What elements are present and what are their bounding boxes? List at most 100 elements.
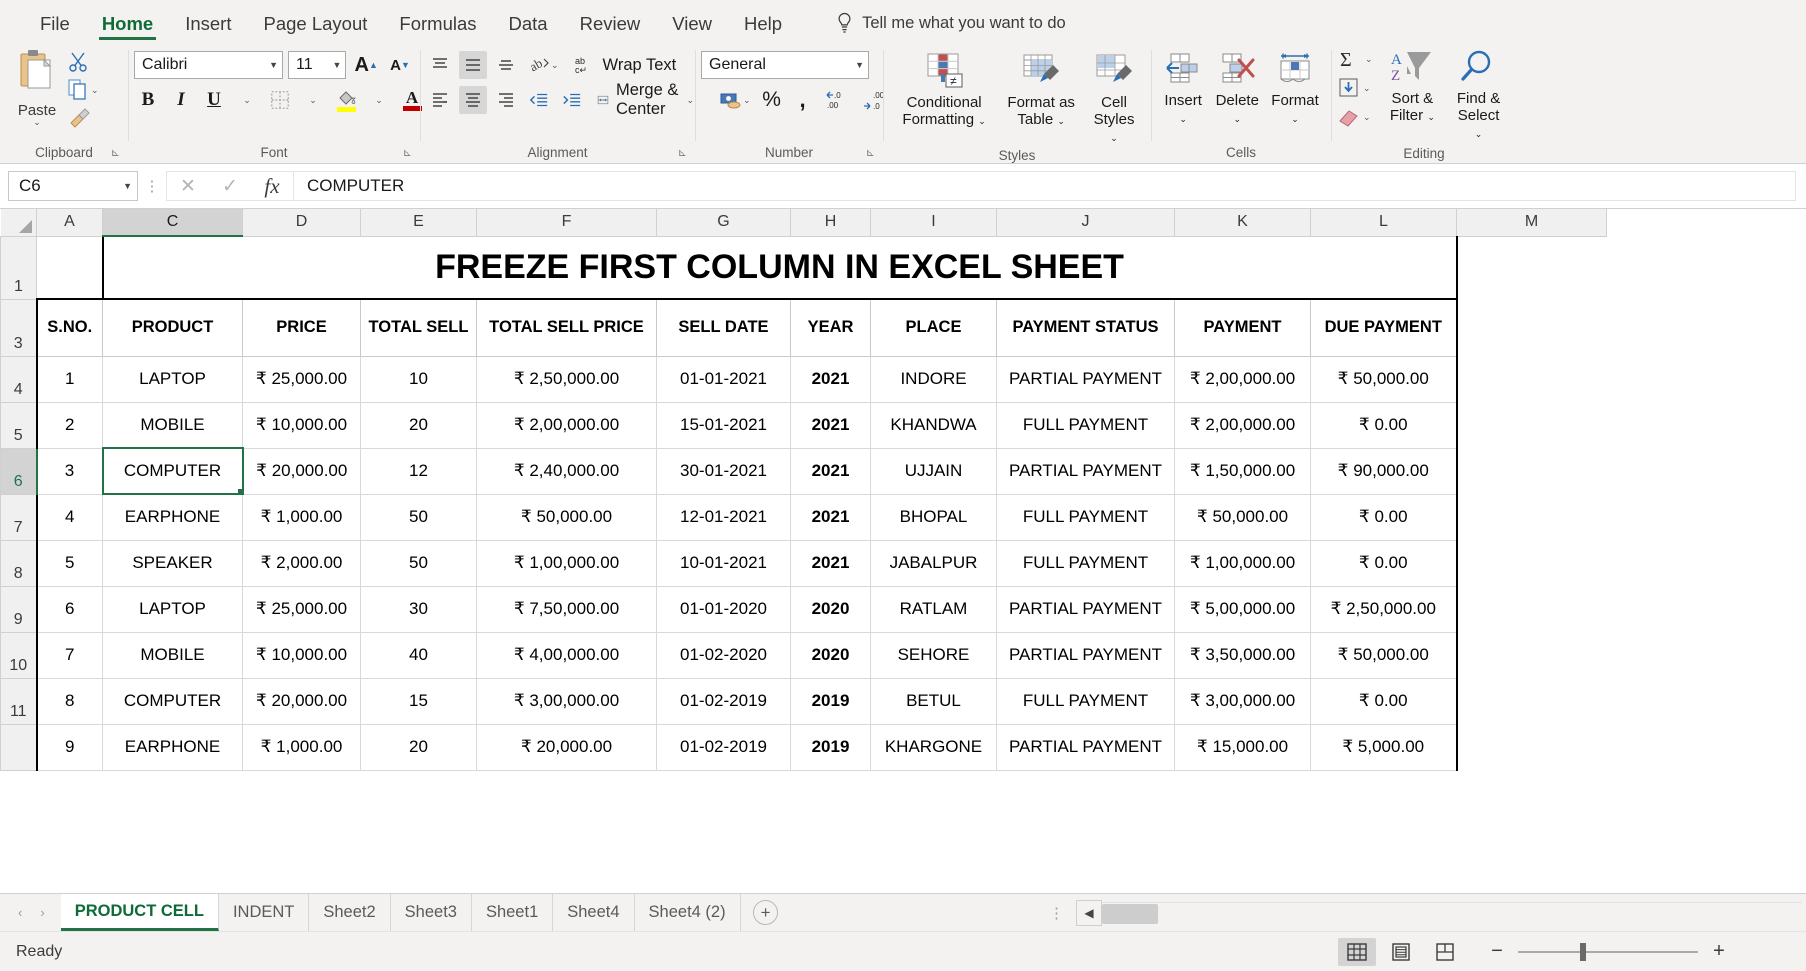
cell-g7[interactable]: 12-01-2021 (656, 493, 791, 541)
cell-k11[interactable]: ₹ 3,00,000.00 (1174, 677, 1311, 725)
cell-g8[interactable]: 10-01-2021 (656, 539, 791, 587)
cell-l7[interactable]: ₹ 0.00 (1310, 493, 1458, 541)
cell-a3[interactable]: S.NO. (35, 298, 103, 357)
row-header-5[interactable]: 5 (0, 401, 37, 449)
find-and-select-button[interactable]: Find & Select ⌄ (1446, 46, 1511, 143)
cell-h4[interactable]: 2021 (790, 355, 871, 403)
ribbon-tab-view[interactable]: View (656, 14, 728, 43)
cell-j3[interactable]: PAYMENT STATUS (996, 298, 1175, 357)
cell-f9[interactable]: ₹ 7,50,000.00 (476, 585, 657, 633)
cell-m10[interactable] (1456, 632, 1607, 678)
cell-h8[interactable]: 2021 (790, 539, 871, 587)
font-size-combo[interactable]: 11 ▼ (288, 51, 347, 79)
cell-m5[interactable] (1456, 402, 1607, 448)
comma-style-button[interactable]: , (789, 86, 817, 114)
cell-d7[interactable]: ₹ 1,000.00 (242, 493, 361, 541)
cell-k5[interactable]: ₹ 2,00,000.00 (1174, 401, 1311, 449)
cancel-edit-icon[interactable]: ✕ (167, 172, 209, 200)
ribbon-tab-page-layout[interactable]: Page Layout (248, 14, 384, 43)
zoom-in-button[interactable]: + (1710, 940, 1728, 963)
cell-l8[interactable]: ₹ 0.00 (1310, 539, 1458, 587)
ribbon-tab-home[interactable]: Home (86, 14, 169, 43)
cell-g12[interactable]: 01-02-2019 (656, 723, 791, 771)
decrease-indent-button[interactable] (525, 86, 553, 114)
ribbon-tab-help[interactable]: Help (728, 14, 798, 43)
align-right-button[interactable] (492, 86, 520, 114)
column-header-j[interactable]: J (996, 209, 1175, 237)
zoom-slider-thumb[interactable] (1580, 942, 1586, 961)
cell-h11[interactable]: 2019 (790, 677, 871, 725)
borders-dropdown[interactable]: ⌄ (299, 86, 327, 114)
cell-h10[interactable]: 2020 (790, 631, 871, 679)
number-dialog-launcher[interactable]: ⊾ (866, 146, 875, 159)
sheet-tab-sheet4[interactable]: Sheet4 (553, 894, 635, 931)
cell-g4[interactable]: 01-01-2021 (656, 355, 791, 403)
cell-a5[interactable]: 2 (35, 401, 103, 449)
cell-k8[interactable]: ₹ 1,00,000.00 (1174, 539, 1311, 587)
font-name-combo[interactable]: Calibri ▼ (134, 51, 284, 79)
cell-g10[interactable]: 01-02-2020 (656, 631, 791, 679)
cell-k3[interactable]: PAYMENT (1174, 298, 1311, 357)
cut-button[interactable] (68, 50, 99, 74)
cell-l12[interactable]: ₹ 5,000.00 (1310, 723, 1458, 771)
conditional-formatting-button[interactable]: ≠ Conditional Formatting ⌄ (889, 50, 999, 130)
number-format-combo[interactable]: General ▼ (701, 51, 869, 79)
sheet-tab-sheet1[interactable]: Sheet1 (472, 894, 554, 931)
ribbon-tab-data[interactable]: Data (493, 14, 564, 43)
align-middle-button[interactable] (459, 51, 487, 79)
confirm-edit-icon[interactable]: ✓ (209, 172, 251, 200)
column-header-h[interactable]: H (790, 209, 871, 237)
add-sheet-button[interactable]: + (741, 894, 791, 931)
cell-e11[interactable]: 15 (360, 677, 477, 725)
cell-d3[interactable]: PRICE (242, 298, 361, 357)
align-bottom-button[interactable] (492, 51, 520, 79)
cell-c3[interactable]: PRODUCT (102, 298, 243, 357)
cell-c5[interactable]: MOBILE (102, 401, 243, 449)
horizontal-scroll-track[interactable] (1102, 901, 1802, 924)
delete-cells-button[interactable]: Delete ⌄ (1210, 50, 1265, 128)
column-header-i[interactable]: I (870, 209, 997, 237)
alignment-dialog-launcher[interactable]: ⊾ (678, 146, 687, 159)
cell-d6[interactable]: ₹ 20,000.00 (242, 447, 361, 495)
cell-k9[interactable]: ₹ 5,00,000.00 (1174, 585, 1311, 633)
name-box[interactable]: C6 ▼ (8, 171, 138, 201)
fill-color-button[interactable] (332, 86, 360, 114)
column-header-c[interactable]: C (102, 209, 243, 237)
row-header-8[interactable]: 8 (0, 539, 37, 587)
increase-decimal-button[interactable]: .0.00 (820, 86, 854, 114)
cell-f6[interactable]: ₹ 2,40,000.00 (476, 447, 657, 495)
format-painter-button[interactable] (68, 106, 99, 130)
cell-c10[interactable]: MOBILE (102, 631, 243, 679)
cell-d12[interactable]: ₹ 1,000.00 (242, 723, 361, 771)
cell-d8[interactable]: ₹ 2,000.00 (242, 539, 361, 587)
cell-l4[interactable]: ₹ 50,000.00 (1310, 355, 1458, 403)
cell-i3[interactable]: PLACE (870, 298, 997, 357)
cell-d11[interactable]: ₹ 20,000.00 (242, 677, 361, 725)
cell-c7[interactable]: EARPHONE (102, 493, 243, 541)
cell-i12[interactable]: KHARGONE (870, 723, 997, 771)
cell-c6-active[interactable]: COMPUTER (101, 447, 244, 495)
cell-l5[interactable]: ₹ 0.00 (1310, 401, 1458, 449)
cell-m12[interactable] (1456, 724, 1607, 770)
cell-h9[interactable]: 2020 (790, 585, 871, 633)
previous-sheet-icon[interactable]: ‹ (18, 905, 22, 920)
cell-i7[interactable]: BHOPAL (870, 493, 997, 541)
page-break-preview-button[interactable] (1426, 938, 1464, 966)
cell-e10[interactable]: 40 (360, 631, 477, 679)
merge-and-center-button[interactable]: Merge & Center ⌄ (591, 81, 700, 118)
formula-input[interactable]: COMPUTER (294, 171, 1796, 201)
cell-m4[interactable] (1456, 356, 1607, 402)
cell-a6[interactable]: 3 (35, 447, 103, 495)
copy-button[interactable]: ⌄ (68, 78, 99, 102)
tell-me-search[interactable]: Tell me what you want to do (836, 12, 1066, 42)
cell-g6[interactable]: 30-01-2021 (656, 447, 791, 495)
cell-f7[interactable]: ₹ 50,000.00 (476, 493, 657, 541)
font-dialog-launcher[interactable]: ⊾ (403, 146, 412, 159)
cell-m6[interactable] (1456, 448, 1607, 494)
sheet-tab-indent[interactable]: INDENT (219, 894, 310, 931)
align-left-button[interactable] (426, 86, 454, 114)
sheet-tab-sheet3[interactable]: Sheet3 (391, 894, 472, 931)
cell-a10[interactable]: 7 (35, 631, 103, 679)
sheet-tab-product-cell[interactable]: PRODUCT CELL (60, 894, 219, 931)
sheet-tab-sheet2[interactable]: Sheet2 (309, 894, 391, 931)
